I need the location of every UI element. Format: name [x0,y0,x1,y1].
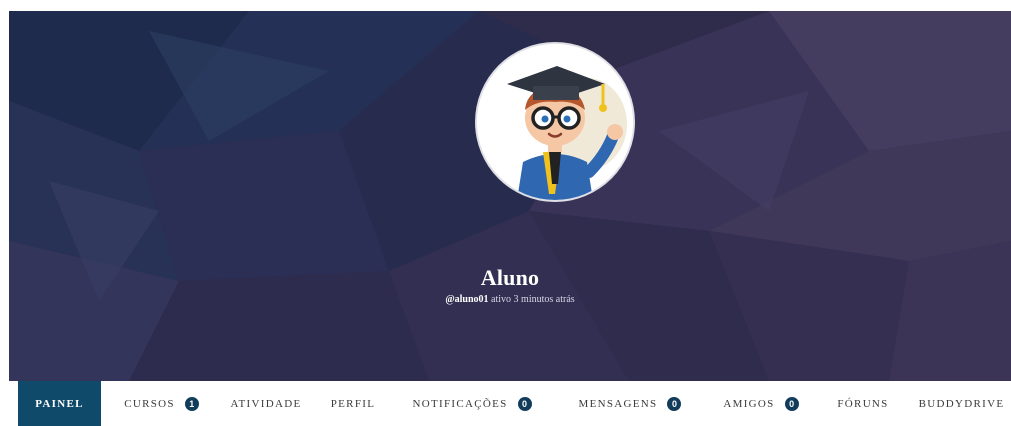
nav-tab-label: ATIVIDADE [230,397,302,410]
count-badge: 0 [517,396,532,411]
profile-nav: PAINEL CURSOS 1 ATIVIDADE PERFIL NOTIFIC… [9,381,1011,426]
nav-tab-label: PAINEL [35,397,84,410]
count-badge: 0 [784,396,799,411]
nav-tab-mensagens[interactable]: MENSAGENS 0 [565,381,695,426]
nav-tab-atividade[interactable]: ATIVIDADE [221,381,311,426]
graduate-student-avatar-icon [477,44,633,200]
nav-tab-painel[interactable]: PAINEL [18,381,101,426]
profile-status: ativo 3 minutos atrás [491,294,575,305]
nav-tab-cursos[interactable]: CURSOS 1 [109,381,214,426]
nav-tab-amigos[interactable]: AMIGOS 0 [709,381,813,426]
nav-tab-label: MENSAGENS [578,397,658,410]
nav-tab-foruns[interactable]: FÓRUNS [823,381,903,426]
profile-name: Aluno [480,265,540,290]
nav-tab-label: AMIGOS [723,397,775,410]
profile-page: Aluno @aluno01 ativo 3 minutos atrás PAI… [9,11,1011,426]
nav-tab-label: NOTIFICAÇÕES [412,397,508,410]
count-badge: 1 [184,396,199,411]
profile-handle[interactable]: @aluno01 [445,294,488,305]
nav-tab-label: PERFIL [330,397,376,410]
nav-tab-label: FÓRUNS [837,397,889,410]
nav-tab-notificacoes[interactable]: NOTIFICAÇÕES 0 [397,381,547,426]
nav-tab-buddydrive[interactable]: BUDDYDRIVE [914,381,1009,426]
nav-tab-label: CURSOS [124,397,175,410]
nav-tab-perfil[interactable]: PERFIL [318,381,388,426]
profile-avatar[interactable] [477,44,633,200]
cover-image: Aluno @aluno01 ativo 3 minutos atrás [9,11,1011,381]
nav-tab-label: BUDDYDRIVE [918,397,1005,410]
profile-meta: @aluno01 ativo 3 minutos atrás [9,294,1011,305]
count-badge: 0 [667,396,682,411]
